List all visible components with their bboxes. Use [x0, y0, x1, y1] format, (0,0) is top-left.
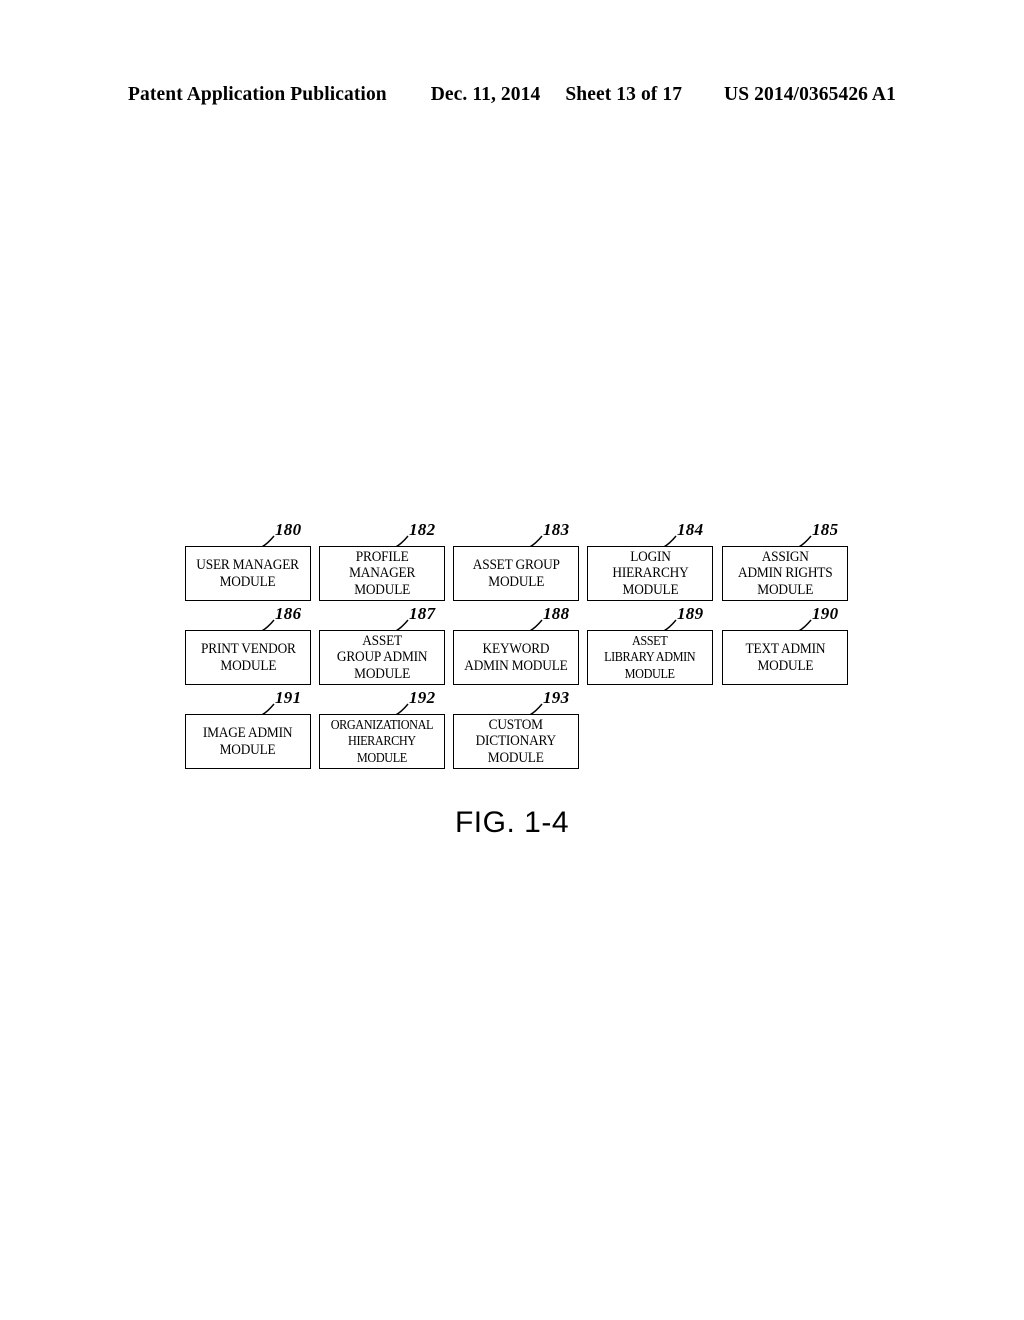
reference-numeral-label: 185	[812, 520, 839, 539]
figure-block-diagram: 180 USER MANAGER MODULE 182 PROFILE MANA…	[0, 0, 1024, 1320]
node-label: KEYWORD ADMIN MODULE	[464, 641, 568, 674]
node-label: ASSET GROUP ADMIN MODULE	[336, 632, 428, 682]
reference-numeral-label: 188	[543, 604, 570, 623]
node-assign-admin-rights-module: ASSIGN ADMIN RIGHTS MODULE	[722, 546, 848, 601]
node-login-hierarchy-module: LOGIN HIERARCHY MODULE	[587, 546, 713, 601]
node-label: TEXT ADMIN MODULE	[745, 641, 825, 674]
node-profile-manager-module: PROFILE MANAGER MODULE	[319, 546, 445, 601]
reference-numeral-label: 182	[409, 520, 436, 539]
node-asset-group-admin-module: ASSET GROUP ADMIN MODULE	[319, 630, 445, 685]
reference-numeral-label: 180	[275, 520, 302, 539]
node-asset-library-admin-module: ASSET LIBRARY ADMIN MODULE	[587, 630, 713, 685]
reference-numeral-label: 190	[812, 604, 839, 623]
node-label: PROFILE MANAGER MODULE	[348, 548, 416, 598]
reference-numeral-label: 186	[275, 604, 302, 623]
node-text-admin-module: TEXT ADMIN MODULE	[722, 630, 848, 685]
reference-numeral-label: 191	[275, 688, 302, 707]
reference-numeral-label: 187	[409, 604, 436, 623]
reference-numeral-label: 183	[543, 520, 570, 539]
node-label: ORGANIZATIONAL HIERARCHY MODULE	[330, 716, 434, 765]
figure-caption: FIG. 1-4	[454, 806, 570, 839]
node-organizational-hierarchy-module: ORGANIZATIONAL HIERARCHY MODULE	[319, 714, 445, 769]
node-label: LOGIN HIERARCHY MODULE	[611, 548, 689, 598]
node-asset-group-module: ASSET GROUP MODULE	[453, 546, 579, 601]
node-user-manager-module: USER MANAGER MODULE	[185, 546, 311, 601]
node-label: ASSET GROUP MODULE	[472, 557, 560, 590]
node-label: IMAGE ADMIN MODULE	[203, 725, 293, 758]
reference-numeral-label: 192	[409, 688, 436, 707]
node-label: CUSTOM DICTIONARY MODULE	[475, 716, 557, 766]
reference-numeral-label: 193	[543, 688, 570, 707]
node-label: ASSIGN ADMIN RIGHTS MODULE	[737, 548, 833, 598]
reference-numeral-label: 184	[677, 520, 704, 539]
node-label: USER MANAGER MODULE	[196, 557, 300, 590]
reference-numeral-label: 189	[677, 604, 704, 623]
node-custom-dictionary-module: CUSTOM DICTIONARY MODULE	[453, 714, 579, 769]
node-print-vendor-module: PRINT VENDOR MODULE	[185, 630, 311, 685]
node-label: ASSET LIBRARY ADMIN MODULE	[604, 632, 696, 681]
node-label: PRINT VENDOR MODULE	[200, 641, 296, 674]
node-keyword-admin-module: KEYWORD ADMIN MODULE	[453, 630, 579, 685]
node-image-admin-module: IMAGE ADMIN MODULE	[185, 714, 311, 769]
